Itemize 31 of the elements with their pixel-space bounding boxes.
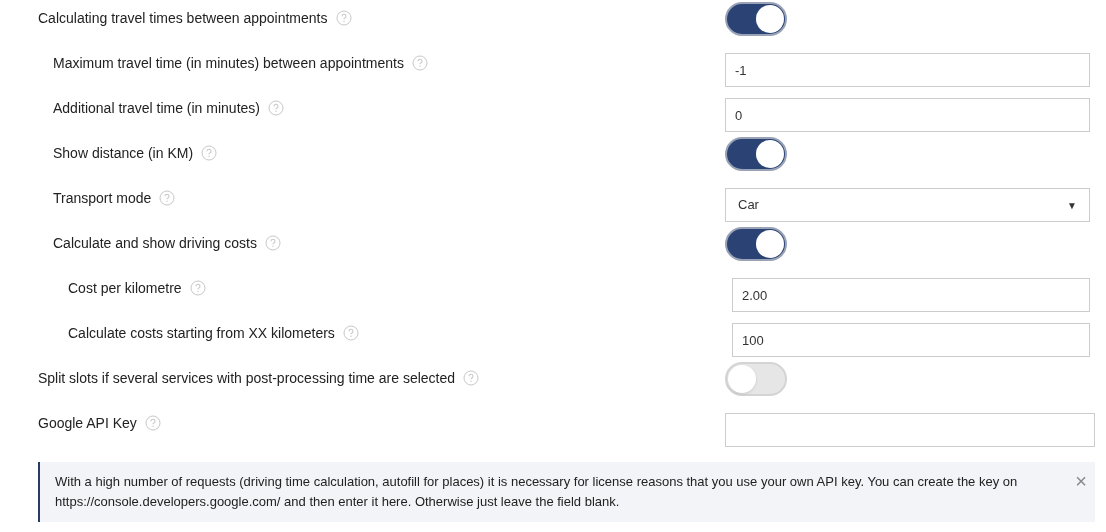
toggle-switch[interactable] [725, 137, 787, 171]
setting-label: Cost per kilometre [68, 278, 182, 298]
help-icon[interactable] [463, 370, 480, 386]
text-field[interactable]: 100 [732, 323, 1090, 357]
setting-label: Split slots if several services with post-processing time are selected [38, 368, 456, 388]
text-field[interactable]: 2.00 [732, 278, 1090, 312]
help-icon[interactable] [144, 415, 161, 431]
help-icon[interactable] [342, 325, 359, 341]
help-icon[interactable] [201, 145, 218, 161]
help-icon[interactable] [411, 55, 428, 71]
help-icon[interactable] [268, 100, 284, 116]
help-icon[interactable] [189, 280, 206, 296]
setting-label: Maximum travel time (in minutes) between appointments [53, 53, 404, 73]
setting-label: Google API Key [38, 413, 137, 433]
toggle-switch[interactable] [725, 362, 787, 396]
setting-label: Show distance (in KM) [53, 143, 194, 163]
help-icon[interactable] [264, 235, 281, 251]
setting-label: Calculate costs starting from XX kilometers [68, 323, 335, 343]
select-field[interactable]: Car ▼ [725, 188, 1090, 222]
toggle-switch[interactable] [725, 227, 787, 261]
setting-label: Calculate and show driving costs [53, 233, 257, 253]
notice-text: With a high number of requests (driving time calculation, autofill for places) it is necessary for license reasons that you use your own API key. You can create the key on https://console.developers.google.com/ and then enter it here. Otherwise just leave the field blank. [55, 473, 1019, 511]
setting-label: Additional travel time (in minutes) [53, 98, 260, 118]
text-field[interactable] [725, 413, 1095, 447]
help-icon[interactable] [335, 10, 352, 26]
setting-label: Calculating travel times between appointments [38, 8, 328, 28]
toggle-switch[interactable] [725, 2, 787, 36]
text-field[interactable]: 0 [725, 98, 1090, 132]
help-icon[interactable] [159, 190, 176, 206]
text-field[interactable]: -1 [725, 53, 1090, 87]
setting-label: Transport mode [53, 188, 152, 208]
